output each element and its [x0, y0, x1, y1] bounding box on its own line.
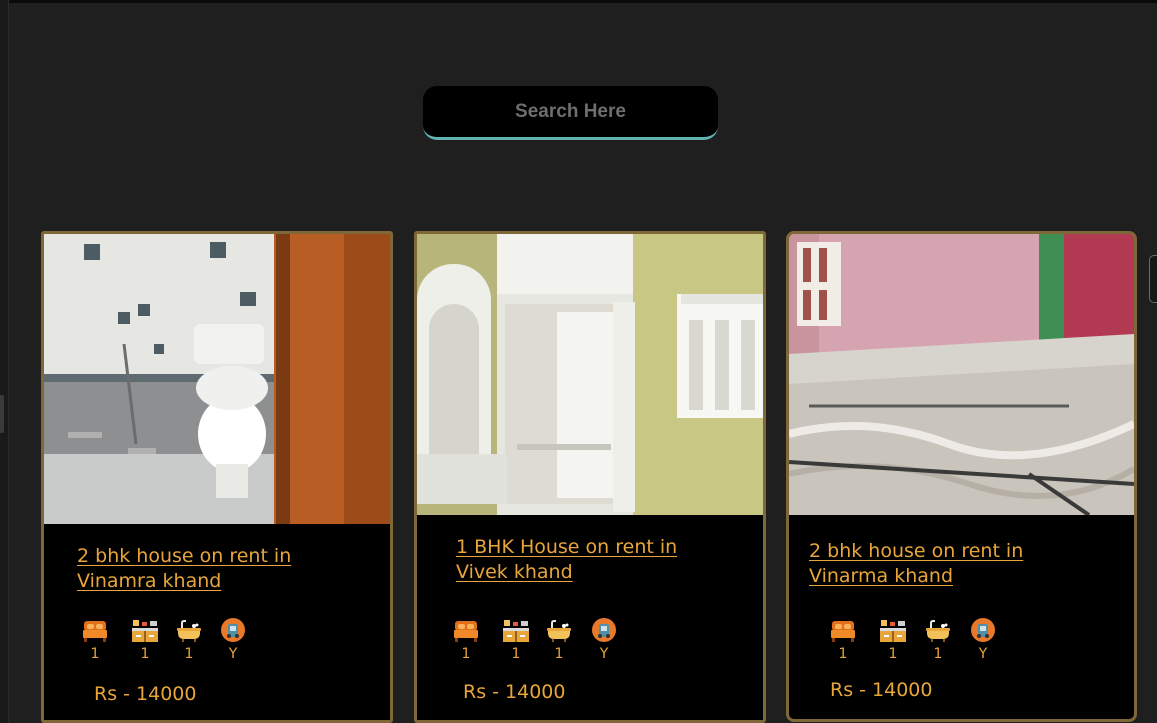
bathrooms-count: 1 [554, 646, 564, 662]
listing-title-line1[interactable]: 2 bhk house on rent in [77, 544, 291, 569]
listing-title-line2[interactable]: Vivek khand [456, 560, 677, 585]
bathtub-icon [177, 620, 201, 642]
listing-photo[interactable] [417, 234, 763, 515]
listing-title-line2[interactable]: Vinamra khand [77, 569, 291, 594]
listing-price: Rs - 14000 [463, 681, 566, 703]
feature-bedrooms: 1 [828, 619, 858, 662]
listing-card[interactable]: 2 bhk house on rent in Vinarma khand 1 1… [786, 231, 1137, 722]
top-border [0, 0, 1157, 3]
kitchen-count: 1 [511, 646, 521, 662]
search-input[interactable]: Search Here [423, 86, 718, 140]
parking-value: Y [599, 646, 609, 662]
bedrooms-count: 1 [838, 646, 848, 662]
parking-icon [592, 618, 616, 642]
bedrooms-count: 1 [90, 646, 100, 662]
listing-price: Rs - 14000 [94, 683, 197, 705]
kitchen-icon [503, 620, 529, 642]
bathtub-icon [926, 620, 950, 642]
kitchen-count: 1 [888, 646, 898, 662]
listing-title[interactable]: 1 BHK House on rent in Vivek khand [456, 535, 677, 585]
feature-kitchen: 1 [878, 619, 908, 662]
feature-bathrooms: 1 [544, 619, 574, 662]
feature-parking: Y [968, 617, 998, 662]
kitchen-icon [132, 620, 158, 642]
feature-kitchen: 1 [501, 619, 531, 662]
parking-value: Y [978, 646, 988, 662]
listing-photo[interactable] [44, 234, 390, 524]
listing-title[interactable]: 2 bhk house on rent in Vinarma khand [809, 539, 1023, 589]
kitchen-icon [880, 620, 906, 642]
parking-value: Y [228, 646, 238, 662]
bedrooms-count: 1 [461, 646, 471, 662]
listing-photo[interactable] [789, 234, 1134, 515]
bed-icon [83, 621, 107, 642]
bathtub-icon [547, 620, 571, 642]
feature-parking: Y [218, 617, 248, 662]
feature-bedrooms: 1 [451, 619, 481, 662]
feature-bedrooms: 1 [80, 619, 110, 662]
parking-icon [971, 618, 995, 642]
feature-parking: Y [589, 617, 619, 662]
bed-icon [454, 621, 478, 642]
parking-icon [221, 618, 245, 642]
feature-bathrooms: 1 [923, 619, 953, 662]
listing-card[interactable]: 2 bhk house on rent in Vinamra khand 1 1… [41, 231, 393, 723]
listing-title[interactable]: 2 bhk house on rent in Vinamra khand [77, 544, 291, 594]
kitchen-count: 1 [140, 646, 150, 662]
listing-title-line1[interactable]: 1 BHK House on rent in [456, 535, 677, 560]
listing-card[interactable]: 1 BHK House on rent in Vivek khand 1 1 1… [414, 231, 766, 723]
listing-title-line2[interactable]: Vinarma khand [809, 564, 1023, 589]
left-scroll-handle[interactable] [0, 395, 4, 433]
listing-price: Rs - 14000 [830, 679, 933, 701]
feature-bathrooms: 1 [174, 619, 204, 662]
feature-kitchen: 1 [130, 619, 160, 662]
left-panel-edge [0, 0, 9, 723]
next-card-peek[interactable] [1149, 255, 1157, 303]
bathrooms-count: 1 [933, 646, 943, 662]
bed-icon [831, 621, 855, 642]
listing-title-line1[interactable]: 2 bhk house on rent in [809, 539, 1023, 564]
bathrooms-count: 1 [184, 646, 194, 662]
